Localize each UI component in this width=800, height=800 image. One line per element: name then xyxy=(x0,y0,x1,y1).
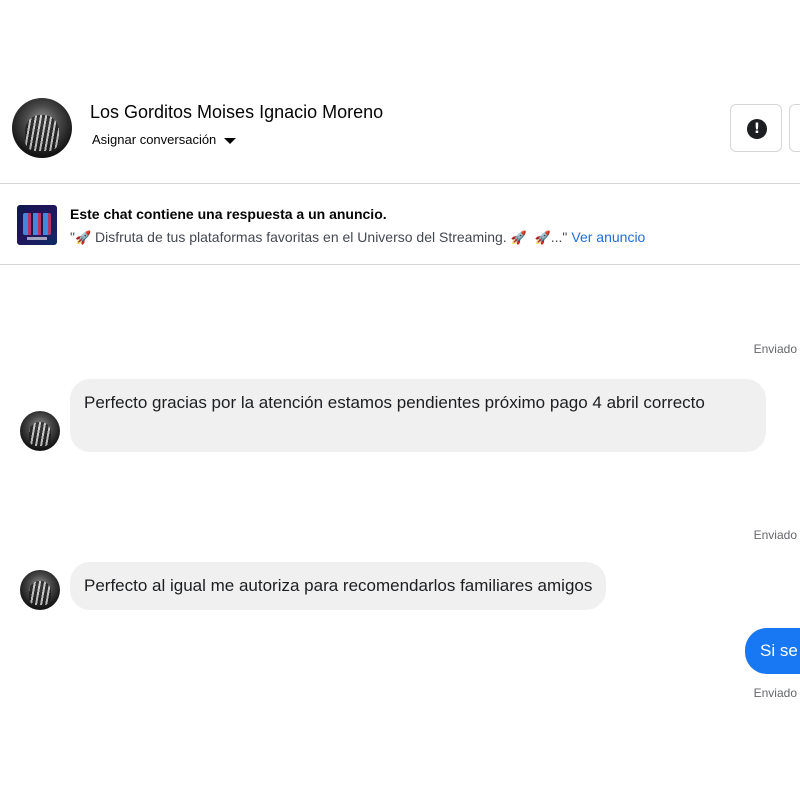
contact-avatar[interactable] xyxy=(12,98,72,158)
rocket-icon: 🚀 xyxy=(534,231,551,246)
rocket-icon: 🚀 xyxy=(510,231,527,246)
ad-banner-text: "🚀 Disfruta de tus plataformas favoritas… xyxy=(70,229,645,246)
sender-avatar[interactable] xyxy=(20,570,60,610)
sent-status: Enviado xyxy=(753,686,797,700)
exclamation-circle-icon: ! xyxy=(747,119,767,139)
conversation-header: Los Gorditos Moises Ignacio Moreno Asign… xyxy=(0,86,800,184)
caret-down-icon xyxy=(224,137,237,144)
ad-text-body: Disfruta de tus plataformas favoritas en… xyxy=(91,229,511,245)
ad-thumbnail[interactable] xyxy=(17,205,57,245)
rocket-icon: 🚀 xyxy=(74,231,92,246)
assign-conversation-label: Asignar conversación xyxy=(92,132,217,147)
ad-text-ellipsis: ..." xyxy=(550,229,568,245)
sent-status: Enviado xyxy=(753,528,797,542)
ad-banner-title: Este chat contiene una respuesta a un an… xyxy=(70,206,387,222)
outgoing-message[interactable]: Si se xyxy=(745,628,800,674)
view-ad-link[interactable]: Ver anuncio xyxy=(571,229,645,245)
sender-avatar[interactable] xyxy=(20,411,60,451)
info-button[interactable]: ! xyxy=(730,104,782,152)
incoming-message[interactable]: Perfecto al igual me autoriza para recom… xyxy=(70,562,607,610)
sent-status: Enviado xyxy=(753,342,797,356)
ad-reply-banner: Este chat contiene una respuesta a un an… xyxy=(0,185,800,265)
assign-conversation-dropdown[interactable]: Asignar conversación xyxy=(92,132,237,147)
contact-name[interactable]: Los Gorditos Moises Ignacio Moreno xyxy=(90,102,383,123)
incoming-message[interactable]: Perfecto gracias por la atención estamos… xyxy=(70,379,766,452)
more-actions-button[interactable] xyxy=(789,104,800,152)
